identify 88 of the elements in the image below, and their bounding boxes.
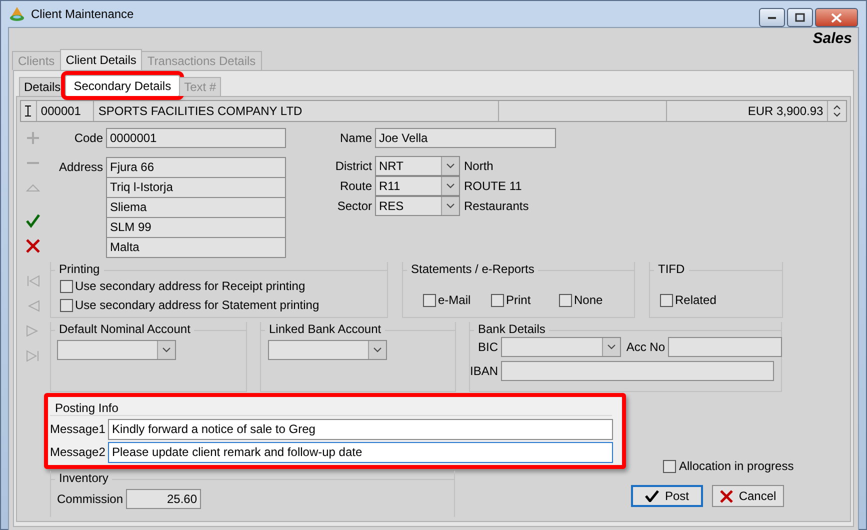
record-balance: EUR 3,900.93 — [666, 101, 828, 121]
field-label: District — [334, 158, 373, 175]
group-title: Inventory — [58, 471, 110, 485]
last-record-icon — [25, 348, 41, 364]
checkbox[interactable] — [559, 294, 572, 306]
address-field[interactable]: SLM 99 — [106, 217, 286, 238]
dropdown[interactable]: NRT — [375, 156, 460, 176]
chevron-down-icon — [373, 347, 382, 353]
text-cursor-icon — [25, 105, 31, 117]
checkmark-icon — [25, 213, 41, 229]
chevron-down-icon — [446, 163, 455, 169]
address-field[interactable]: Malta — [106, 237, 286, 258]
minimize-button[interactable] — [759, 8, 785, 27]
checkmark-icon — [644, 490, 659, 502]
field-label: Commission — [56, 491, 124, 508]
checkbox-label: None — [574, 293, 603, 307]
field-label: Message1 — [50, 421, 106, 438]
chevron-down-icon — [446, 203, 455, 209]
checkbox[interactable] — [491, 294, 504, 306]
lookup-description: ROUTE 11 — [463, 178, 522, 195]
field-label: Route — [338, 178, 373, 195]
checkbox-label: Allocation in progress — [679, 459, 794, 473]
lookup-description: North — [463, 158, 494, 175]
maximize-icon — [795, 13, 805, 22]
address-field[interactable]: Triq l-Istorja — [106, 177, 286, 198]
field-label: Sector — [336, 198, 373, 215]
field-label: Message2 — [50, 444, 106, 461]
group-title: Statements / e-Reports — [410, 262, 536, 276]
dropdown[interactable] — [268, 340, 387, 360]
checkbox[interactable] — [60, 298, 73, 312]
chevron-down-icon — [607, 344, 616, 350]
first-record-icon — [25, 273, 41, 289]
field-label: IBAN — [470, 363, 500, 380]
field-label: Code — [73, 130, 104, 147]
checkbox[interactable] — [423, 294, 436, 306]
module-label: Sales — [812, 29, 853, 49]
checkbox-label: Use secondary address for Receipt printing — [75, 279, 306, 293]
chevron-down-icon — [446, 183, 455, 189]
cancel-tool-button[interactable] — [24, 237, 42, 255]
field-label: Address — [58, 159, 104, 176]
minus-icon — [27, 162, 39, 164]
dropdown[interactable] — [501, 337, 621, 357]
spin-arrows-icon[interactable] — [833, 104, 842, 118]
window-title: Client Maintenance — [31, 7, 134, 21]
commission-field[interactable]: 25.60 — [126, 489, 201, 509]
field-label: BIC — [476, 339, 499, 356]
code-field[interactable]: 0000001 — [106, 128, 286, 148]
cancel-button[interactable]: Cancel — [712, 485, 784, 507]
tab[interactable]: Client Details — [60, 49, 142, 70]
checkbox-label: Related — [675, 293, 716, 307]
confirm-tool-button[interactable] — [24, 212, 42, 230]
checkbox-label: e-Mail — [438, 293, 471, 307]
address-field[interactable]: Fjura 66 — [106, 157, 286, 178]
dropdown[interactable]: R11 — [375, 176, 460, 196]
app-icon — [9, 6, 25, 22]
maximize-button[interactable] — [787, 8, 813, 27]
post-button[interactable]: Post — [631, 485, 703, 507]
record-code: 000001 — [36, 101, 94, 121]
close-icon — [25, 238, 41, 254]
group-title: Bank Details — [477, 322, 546, 336]
group-title: Printing — [58, 262, 101, 276]
checkbox[interactable] — [663, 460, 676, 472]
group-title: Default Nominal Account — [58, 322, 192, 336]
record-name: SPORTS FACILITIES COMPANY LTD — [94, 101, 499, 121]
checkbox[interactable] — [60, 280, 73, 292]
field-label: Acc No — [625, 339, 666, 356]
close-icon — [720, 490, 733, 502]
close-icon — [831, 12, 842, 22]
plus-icon — [25, 130, 41, 146]
dropdown[interactable] — [57, 340, 176, 360]
group-title: TIFD — [657, 262, 686, 276]
minimize-icon — [767, 16, 777, 20]
account-number-field[interactable] — [668, 337, 782, 357]
lookup-description: Restaurants — [463, 198, 529, 215]
dropdown[interactable]: RES — [375, 196, 460, 216]
group-title: Linked Bank Account — [268, 322, 382, 336]
group-title: Posting Info — [50, 401, 612, 416]
checkbox-label: Print — [506, 293, 531, 307]
iban-field[interactable] — [501, 361, 774, 381]
name-field[interactable]: Joe Vella — [375, 128, 556, 148]
address-field[interactable]: Sliema — [106, 197, 286, 218]
message-field[interactable]: Please update client remark and follow-up date — [108, 442, 613, 463]
message-field[interactable]: Kindly forward a notice of sale to Greg — [108, 419, 613, 440]
checkbox[interactable] — [660, 294, 673, 306]
close-button[interactable] — [815, 8, 858, 27]
checkbox-label: Use secondary address for Statement printing — [75, 298, 320, 312]
chevron-down-icon — [162, 347, 171, 353]
field-label: Name — [338, 130, 373, 147]
